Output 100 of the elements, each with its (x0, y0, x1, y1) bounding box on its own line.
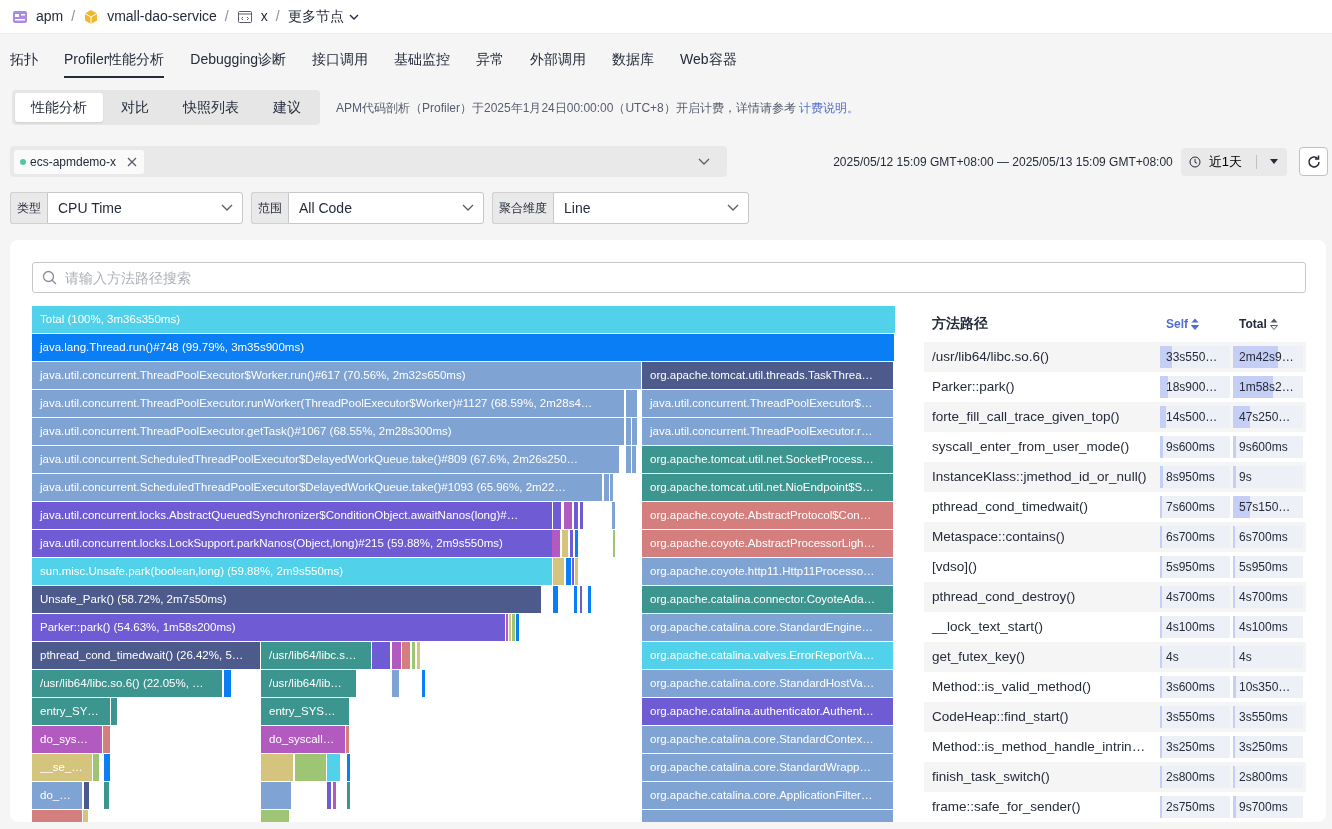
flame-frame-sliver[interactable] (562, 530, 568, 557)
column-sort-header[interactable]: Self (1166, 315, 1199, 333)
search-field[interactable]: 请输入方法路径搜索 (32, 262, 1306, 293)
flame-frame[interactable]: org.apache.tomcat.util.threads.TaskThrea… (642, 362, 893, 389)
flame-frame-sliver[interactable] (83, 810, 88, 822)
flame-frame-sliver[interactable] (626, 418, 631, 445)
flame-frame-sliver[interactable] (574, 502, 578, 529)
filter-select[interactable]: Line (553, 192, 749, 224)
flame-frame-sliver[interactable] (512, 614, 515, 641)
breadcrumb-link[interactable]: x (260, 6, 268, 27)
flame-frame-sliver[interactable] (346, 726, 349, 753)
flame-frame-sliver[interactable] (612, 502, 615, 529)
flame-frame[interactable]: java.util.concurrent.ScheduledThreadPoolExecutor$DelayedWorkQueue.take()#1093 (65.96%, 2m22… (32, 474, 602, 501)
flame-frame[interactable]: do_sys… (32, 726, 102, 753)
flame-frame[interactable]: entry_SY… (32, 698, 110, 725)
flame-frame-sliver[interactable] (402, 642, 410, 669)
flame-frame-sliver[interactable] (516, 614, 519, 641)
nav-tab[interactable]: 数据库 (612, 41, 655, 78)
flame-frame[interactable]: org.apache.catalina.core.StandardEngine… (642, 614, 893, 641)
flame-frame[interactable]: java.util.concurrent.locks.LockSupport.parkNanos(Object,long)#215 (59.88%, 2m9s550ms) (32, 530, 552, 557)
flame-frame-sliver[interactable] (626, 390, 637, 417)
filter-select[interactable]: All Code (288, 192, 484, 224)
flame-frame-sliver[interactable] (111, 698, 117, 725)
nav-tab[interactable]: Web容器 (680, 41, 737, 78)
flame-frame[interactable]: java.util.concurrent.ThreadPoolExecutor.getTask()#1067 (68.55%, 2m28s300ms) (32, 418, 624, 445)
flame-frame[interactable]: entry_SYS… (261, 698, 349, 725)
flame-frame[interactable]: org.apache.coyote.AbstractProtocol$Con… (642, 502, 893, 529)
flame-frame-sliver[interactable] (84, 782, 89, 809)
close-icon[interactable] (126, 155, 139, 168)
flame-frame[interactable]: java.util.concurrent.ThreadPoolExecutor$Worker.run()#617 (70.56%, 2m32s650ms) (32, 362, 641, 389)
flame-frame-sliver[interactable] (604, 474, 609, 501)
nav-tab[interactable]: Debugging诊断 (190, 41, 287, 78)
flame-frame-sliver[interactable] (553, 558, 564, 585)
flame-frame[interactable]: /usr/lib64/libc.so.6() (22.05%, … (32, 670, 222, 697)
flame-frame[interactable]: java.util.concurrent.locks.AbstractQueuedSynchronizer$ConditionObject.awaitNanos(long)#… (32, 502, 552, 529)
segment-tab[interactable]: 快照列表 (167, 93, 255, 122)
flame-frame-sliver[interactable] (564, 502, 572, 529)
flame-frame-sliver[interactable] (333, 782, 336, 809)
nav-tab[interactable]: 异常 (476, 41, 505, 78)
flame-frame[interactable]: org.apache.catalina.core.ApplicationFilter… (642, 782, 893, 809)
nav-tab[interactable]: 拓扑 (10, 41, 38, 78)
flame-frame[interactable]: Unsafe_Park() (58.72%, 2m7s50ms) (32, 586, 541, 613)
nav-tab[interactable]: Profiler性能分析 (64, 41, 165, 78)
flame-frame[interactable]: org.apache.tomcat.util.net.NioEndpoint$S… (642, 474, 893, 501)
flame-frame-sliver[interactable] (632, 418, 637, 445)
flame-frame-sliver[interactable] (566, 558, 571, 585)
flame-frame[interactable]: pthread_cond_timedwait() (26.42%, 5… (32, 642, 260, 669)
flame-frame-sliver[interactable] (261, 810, 289, 822)
segment-tab[interactable]: 对比 (105, 93, 165, 122)
flame-frame-sliver[interactable] (104, 782, 109, 809)
flame-frame[interactable]: java.util.concurrent.ThreadPoolExecutor.r… (642, 418, 893, 445)
flame-frame-sliver[interactable] (626, 446, 631, 473)
flame-frame-sliver[interactable] (575, 530, 578, 557)
flame-frame[interactable]: org.apache.catalina.authenticator.Authent… (642, 698, 893, 725)
flame-frame[interactable]: org.apache.catalina.core.StandardWrapp… (642, 754, 893, 781)
flame-frame-sliver[interactable] (32, 810, 82, 822)
flame-frame-sliver[interactable] (552, 530, 560, 557)
flame-frame[interactable]: do_… (32, 782, 82, 809)
flame-frame-sliver[interactable] (642, 810, 893, 822)
flame-frame-sliver[interactable] (372, 642, 390, 669)
flame-frame-sliver[interactable] (261, 754, 293, 781)
flame-frame-sliver[interactable] (295, 754, 326, 781)
flame-frame-sliver[interactable] (93, 754, 99, 781)
flame-frame-sliver[interactable] (104, 754, 110, 781)
segment-tab[interactable]: 性能分析 (15, 93, 103, 122)
flame-frame[interactable]: org.apache.catalina.connector.CoyoteAda… (642, 586, 893, 613)
flame-frame[interactable]: java.util.concurrent.ScheduledThreadPoolExecutor$DelayedWorkQueue.take()#809 (67.6%, 2m26s250… (32, 446, 619, 473)
breadcrumb-link[interactable]: apm (36, 6, 64, 27)
flame-frame-sliver[interactable] (422, 670, 425, 697)
flame-frame-sliver[interactable] (417, 642, 420, 669)
column-sort-header[interactable]: Total (1239, 315, 1278, 333)
flame-frame[interactable]: org.apache.tomcat.util.net.SocketProcess… (642, 446, 893, 473)
flame-frame-sliver[interactable] (224, 670, 231, 697)
flame-frame[interactable]: org.apache.coyote.AbstractProcessorLigh… (642, 530, 893, 557)
flame-frame[interactable]: java.util.concurrent.ThreadPoolExecutor$… (642, 390, 893, 417)
flame-frame[interactable]: org.apache.catalina.core.StandardHostVa… (642, 670, 893, 697)
flame-frame-sliver[interactable] (347, 782, 350, 809)
time-preset-dropdown[interactable]: 近1天 (1180, 147, 1287, 176)
flame-frame[interactable]: /usr/lib64/lib… (261, 670, 356, 697)
flame-frame-sliver[interactable] (574, 586, 577, 613)
flame-frame-sliver[interactable] (553, 586, 558, 613)
more-nodes-dropdown[interactable]: 更多节点 (287, 6, 360, 27)
flame-frame-sliver[interactable] (580, 502, 583, 529)
refresh-button[interactable] (1299, 147, 1328, 176)
flame-frame-sliver[interactable] (570, 530, 573, 557)
flame-frame[interactable]: java.util.concurrent.ThreadPoolExecutor.runWorker(ThreadPoolExecutor$Worker)#1127 (68.59%, 2m28s4… (32, 390, 624, 417)
flame-frame-sliver[interactable] (327, 754, 340, 781)
flame-frame-sliver[interactable] (347, 754, 350, 781)
nav-tab[interactable]: 接口调用 (312, 41, 369, 78)
instance-selector[interactable]: ecs-apmdemo-x (10, 146, 727, 177)
flame-frame[interactable]: /usr/lib64/libc.s… (261, 642, 371, 669)
flame-frame-sliver[interactable] (553, 502, 561, 529)
flame-frame-sliver[interactable] (412, 642, 415, 669)
nav-tab[interactable]: 基础监控 (394, 41, 451, 78)
flame-frame-sliver[interactable] (392, 670, 399, 697)
flame-frame[interactable]: Parker::park() (54.63%, 1m58s200ms) (32, 614, 505, 641)
flame-frame-sliver[interactable] (632, 446, 636, 473)
billing-link[interactable]: 计费说明。 (799, 100, 860, 115)
flame-frame-sliver[interactable] (103, 726, 110, 753)
flame-frame[interactable]: do_syscall… (261, 726, 345, 753)
